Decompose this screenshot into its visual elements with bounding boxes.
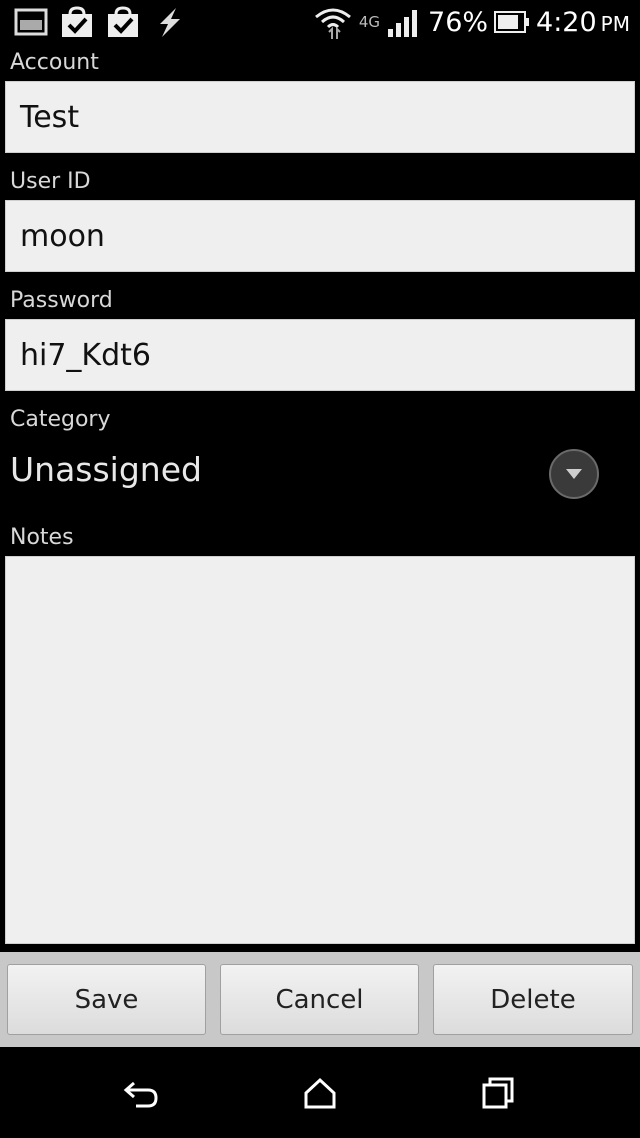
category-label: Category [10,407,111,432]
category-dropdown-button[interactable] [549,449,599,499]
notes-textarea[interactable] [5,556,635,944]
password-label: Password [10,288,113,313]
status-bar-notifications [14,6,186,38]
shopping-bag-check-icon [62,6,92,37]
cancel-button[interactable]: Cancel [220,964,419,1035]
battery-icon [494,11,530,33]
chevron-down-icon [566,469,582,479]
clock: 4:20 PM [536,7,630,38]
clock-time: 4:20 [536,6,597,38]
status-bar-system: 4G 76% 4:20 PM [313,4,630,40]
password-input[interactable]: hi7_Kdt6 [5,319,635,391]
account-input[interactable]: Test [5,81,635,153]
wifi-icon [314,8,351,39]
signal-icon [388,10,418,37]
userid-input[interactable]: moon [5,200,635,272]
lightning-icon [160,8,180,37]
recent-apps-icon[interactable] [478,1075,518,1111]
delete-button[interactable]: Delete [433,964,633,1035]
battery-percent: 76% [428,6,489,38]
navigation-bar [0,1047,640,1138]
userid-label: User ID [10,169,91,194]
status-bar: 4G 76% 4:20 PM [0,0,640,44]
notes-label: Notes [10,525,74,550]
image-icon [14,8,48,36]
shopping-bag-check-icon [108,6,138,37]
home-icon[interactable] [300,1075,340,1111]
clock-ampm: PM [600,11,630,36]
button-bar: Save Cancel Delete [0,952,640,1047]
network-type: 4G [358,13,381,31]
back-icon[interactable] [122,1075,162,1111]
save-button[interactable]: Save [7,964,206,1035]
account-label: Account [10,50,99,75]
category-select[interactable]: Unassigned [10,450,202,489]
